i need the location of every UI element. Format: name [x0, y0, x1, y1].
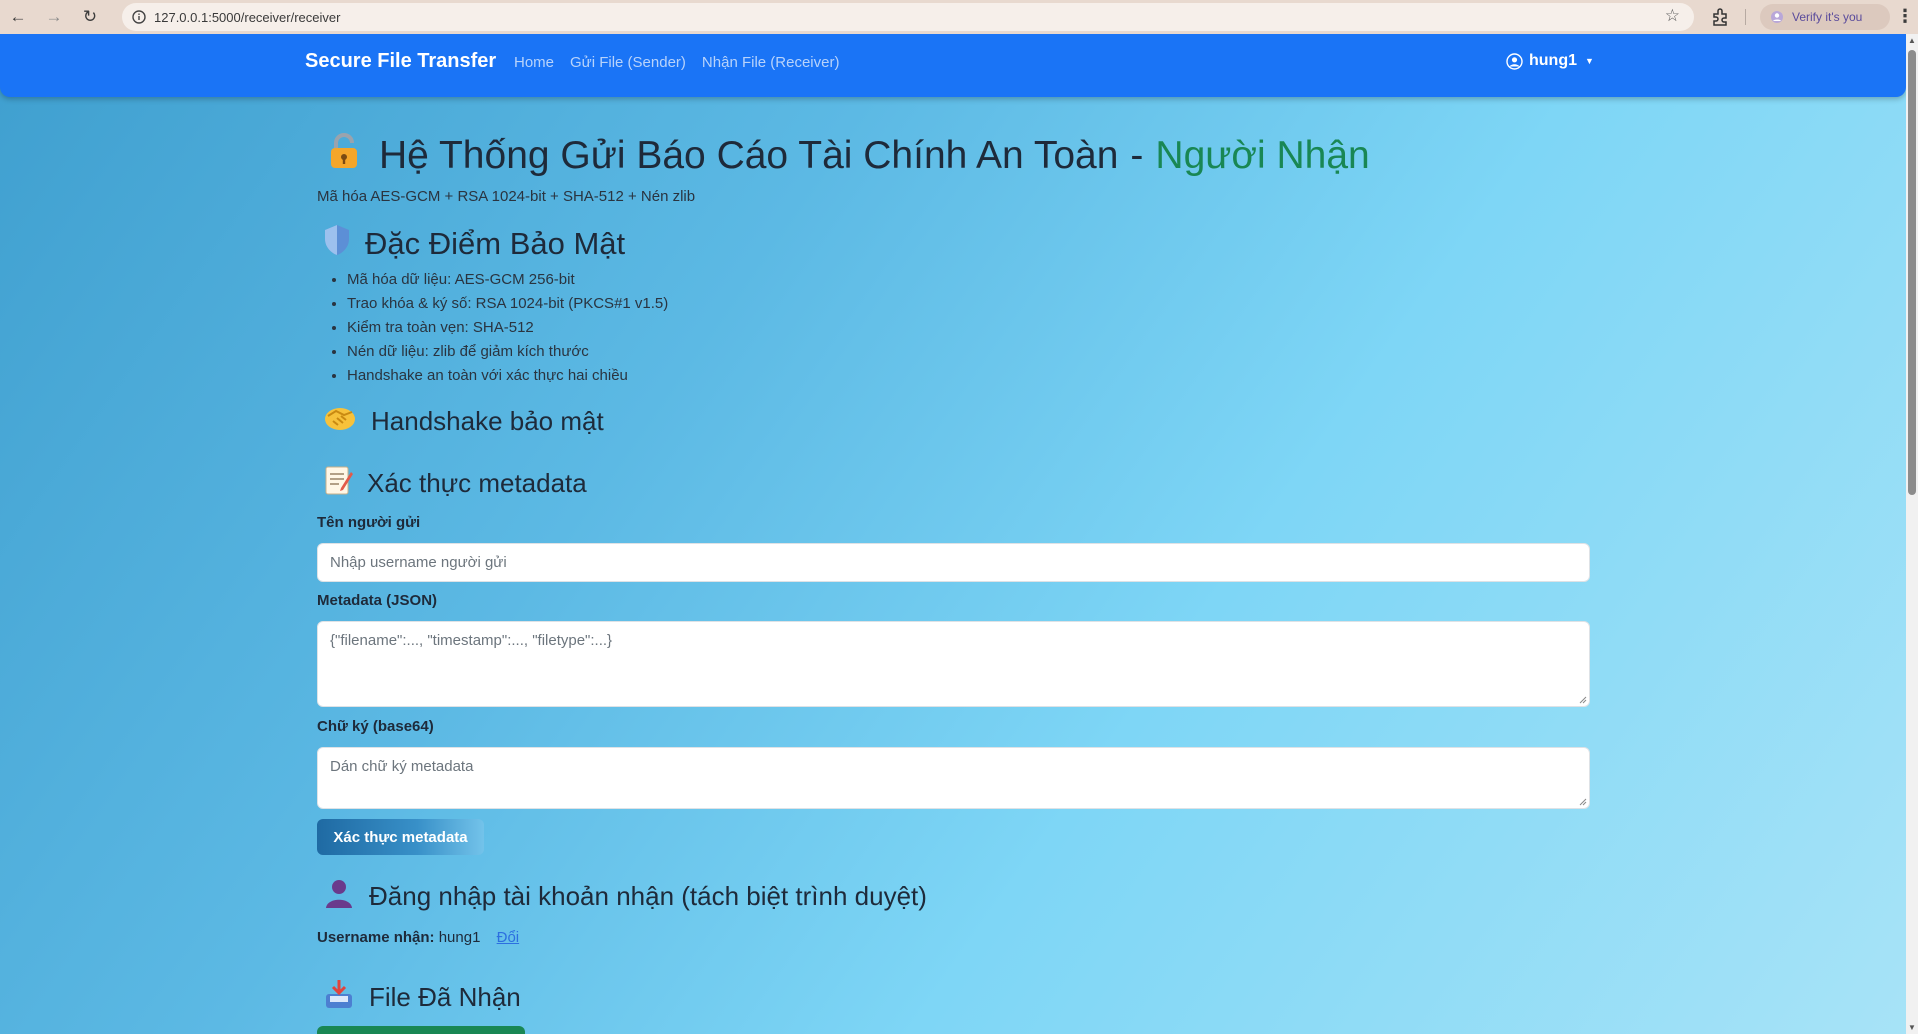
back-icon[interactable]: ←: [0, 0, 36, 34]
inbox-tray-icon: [323, 978, 355, 1017]
page-title: Hệ Thống Gửi Báo Cáo Tài Chính An Toàn -…: [323, 130, 1370, 182]
signature-label: Chữ ký (base64): [317, 718, 434, 735]
verify-profile-button[interactable]: Verify it's you: [1760, 4, 1890, 30]
top-navbar: Secure File Transfer Home Gửi File (Send…: [0, 34, 1906, 97]
shield-icon: [323, 224, 351, 264]
page-title-role: Người Nhận: [1155, 134, 1370, 177]
receiver-username-value: hung1: [438, 929, 481, 946]
verify-metadata-button[interactable]: Xác thực metadata: [317, 819, 484, 855]
nav-links: Home Gửi File (Sender) Nhận File (Receiv…: [514, 54, 839, 71]
url-text[interactable]: 127.0.0.1:5000/receiver/receiver: [154, 10, 340, 25]
login-heading: Đăng nhập tài khoản nhận (tách biệt trìn…: [323, 877, 927, 916]
page-title-text: Hệ Thống Gửi Báo Cáo Tài Chính An Toàn: [379, 134, 1119, 177]
security-heading: Đặc Điểm Bảo Mật: [323, 224, 625, 264]
verify-label: Verify it's you: [1792, 10, 1863, 24]
navbar-brand[interactable]: Secure File Transfer: [305, 50, 496, 73]
received-files-heading: File Đã Nhận: [323, 978, 521, 1017]
browser-menu-icon[interactable]: ⋮: [1896, 6, 1914, 27]
memo-icon: [323, 464, 353, 503]
page-scrollbar[interactable]: ▲ ▼: [1906, 34, 1918, 1034]
profile-icon: [1771, 11, 1783, 23]
forward-icon[interactable]: →: [36, 0, 72, 34]
bookmark-star-icon[interactable]: ☆: [1665, 6, 1680, 26]
site-info-icon[interactable]: [132, 10, 146, 24]
receiver-username-row: Username nhận: hung1 Đổi: [317, 929, 519, 946]
security-features-list: Mã hóa dữ liệu: AES-GCM 256-bit Trao khó…: [347, 268, 668, 388]
metadata-heading-text: Xác thực metadata: [367, 468, 587, 498]
nav-link-receiver[interactable]: Nhận File (Receiver): [702, 54, 840, 71]
sender-username-input[interactable]: Nhập username người gửi: [317, 543, 1590, 582]
metadata-heading: Xác thực metadata: [323, 464, 587, 503]
change-username-link[interactable]: Đổi: [497, 929, 520, 946]
resize-handle-icon[interactable]: [1579, 696, 1587, 704]
padlock-icon: [323, 130, 365, 182]
resize-handle-icon[interactable]: [1579, 798, 1587, 806]
handshake-heading-text: Handshake bảo mật: [371, 406, 604, 436]
extensions-icon[interactable]: [1710, 7, 1730, 27]
reload-icon[interactable]: ↻: [72, 0, 108, 34]
security-heading-text: Đặc Điểm Bảo Mật: [365, 226, 626, 261]
received-files-button[interactable]: [317, 1026, 525, 1034]
page-viewport: Secure File Transfer Home Gửi File (Send…: [0, 34, 1906, 1034]
nav-link-home[interactable]: Home: [514, 54, 554, 71]
receiver-username-label: Username nhận:: [317, 929, 435, 946]
toolbar-divider: [1745, 9, 1746, 25]
nav-link-sender[interactable]: Gửi File (Sender): [570, 54, 686, 71]
feature-item: Handshake an toàn với xác thực hai chiều: [347, 364, 668, 388]
user-name: hung1: [1529, 52, 1577, 69]
handshake-icon: [323, 403, 357, 440]
feature-item: Trao khóa & ký số: RSA 1024-bit (PKCS#1 …: [347, 292, 668, 316]
browser-toolbar: ← → ↻ 127.0.0.1:5000/receiver/receiver ☆…: [0, 0, 1918, 34]
caret-down-icon: ▼: [1585, 56, 1594, 66]
signature-textarea[interactable]: Dán chữ ký metadata: [317, 747, 1590, 809]
handshake-heading: Handshake bảo mật: [323, 403, 604, 440]
feature-item: Nén dữ liệu: zlib để giảm kích thước: [347, 340, 668, 364]
sender-label: Tên người gửi: [317, 514, 421, 531]
login-heading-text: Đăng nhập tài khoản nhận (tách biệt trìn…: [369, 881, 927, 911]
metadata-json-placeholder: {"filename":..., "timestamp":..., "filet…: [330, 632, 613, 649]
feature-item: Kiểm tra toàn vẹn: SHA-512: [347, 316, 668, 340]
address-bar[interactable]: 127.0.0.1:5000/receiver/receiver ☆: [122, 3, 1694, 31]
page-subtitle: Mã hóa AES-GCM + RSA 1024-bit + SHA-512 …: [317, 188, 696, 205]
page-title-dash: -: [1130, 134, 1144, 177]
user-circle-icon: [1506, 52, 1523, 70]
signature-placeholder: Dán chữ ký metadata: [330, 758, 474, 775]
scroll-down-icon[interactable]: ▼: [1908, 1023, 1916, 1032]
scrollbar-thumb[interactable]: [1908, 50, 1916, 495]
user-dropdown[interactable]: hung1 ▼: [1506, 52, 1594, 70]
feature-item: Mã hóa dữ liệu: AES-GCM 256-bit: [347, 268, 668, 292]
metadata-json-textarea[interactable]: {"filename":..., "timestamp":..., "filet…: [317, 621, 1590, 707]
user-silhouette-icon: [323, 877, 355, 916]
scroll-up-icon[interactable]: ▲: [1908, 36, 1916, 45]
metadata-json-label: Metadata (JSON): [317, 592, 438, 609]
received-files-heading-text: File Đã Nhận: [369, 982, 521, 1012]
